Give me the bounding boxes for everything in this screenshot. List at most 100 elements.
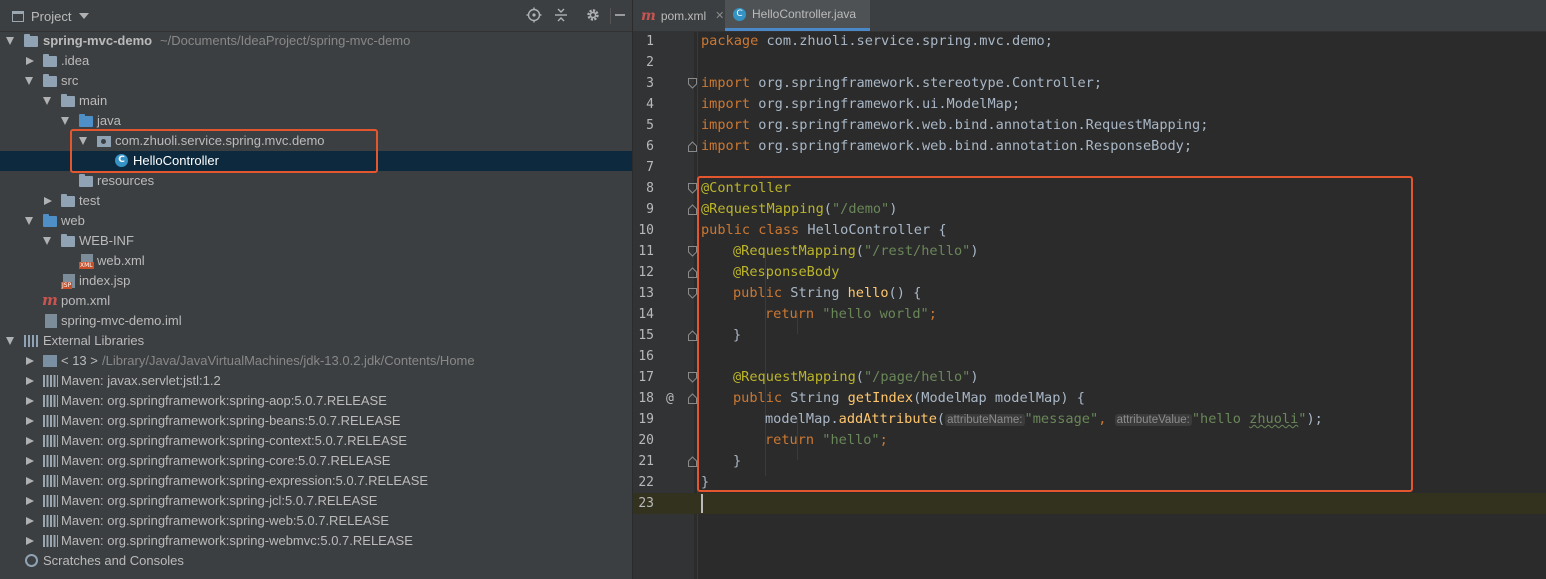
tree-item-label: Maven: org.springframework:spring-jcl:5.… xyxy=(61,493,378,508)
collapse-arrow-icon[interactable] xyxy=(26,356,34,365)
fold-marker-icon[interactable] xyxy=(688,204,697,215)
collapse-arrow-icon[interactable] xyxy=(26,416,34,425)
collapse-arrow-icon[interactable] xyxy=(26,516,34,525)
tree-item-main[interactable]: main xyxy=(0,91,632,111)
fold-marker-icon[interactable] xyxy=(688,288,697,299)
close-icon[interactable]: ✕ xyxy=(715,9,724,22)
tree-item-label: web xyxy=(61,213,85,228)
class-icon: C xyxy=(733,7,746,21)
expand-arrow-icon[interactable] xyxy=(25,77,33,85)
project-view-selector[interactable]: Project xyxy=(12,7,90,25)
tree-item-maven-lib[interactable]: Maven: org.springframework:spring-beans:… xyxy=(0,411,632,431)
maven-library-icon xyxy=(43,395,58,407)
tree-item-web-xml[interactable]: web.xml xyxy=(0,251,632,271)
tree-item-label: Maven: javax.servlet:jstl:1.2 xyxy=(61,373,221,388)
fold-marker-icon[interactable] xyxy=(688,183,697,194)
tab-label: HelloController.java xyxy=(752,7,857,21)
collapse-arrow-icon[interactable] xyxy=(26,496,34,505)
tree-item-maven-lib[interactable]: Maven: javax.servlet:jstl:1.2 xyxy=(0,371,632,391)
project-tree: spring-mvc-demo ~/Documents/IdeaProject/… xyxy=(0,31,632,571)
tree-item-web[interactable]: web xyxy=(0,211,632,231)
maven-icon: m xyxy=(641,7,656,24)
code-line-23 xyxy=(694,493,1546,514)
tree-item-iml[interactable]: spring-mvc-demo.iml xyxy=(0,311,632,331)
implementing-method-marker[interactable]: @ xyxy=(666,388,674,409)
tree-item-java[interactable]: java xyxy=(0,111,632,131)
locate-file-icon[interactable] xyxy=(526,7,542,23)
fold-marker-icon[interactable] xyxy=(688,456,697,467)
code-line-6: import org.springframework.web.bind.anno… xyxy=(701,138,1193,154)
fold-marker-icon[interactable] xyxy=(688,246,697,257)
expand-arrow-icon[interactable] xyxy=(6,37,14,45)
scratches-icon xyxy=(25,554,38,567)
chevron-down-icon xyxy=(79,13,90,19)
folder-icon xyxy=(43,74,57,87)
tree-item-maven-lib[interactable]: Maven: org.springframework:spring-web:5.… xyxy=(0,511,632,531)
module-folder-icon xyxy=(24,34,38,47)
code-area[interactable]: package com.zhuoli.service.spring.mvc.de… xyxy=(694,31,1546,579)
tree-item-idea[interactable]: .idea xyxy=(0,51,632,71)
tree-item-resources[interactable]: resources xyxy=(0,171,632,191)
tree-item-scratches[interactable]: Scratches and Consoles xyxy=(0,551,632,571)
fold-marker-icon[interactable] xyxy=(688,330,697,341)
expand-arrow-icon[interactable] xyxy=(43,237,51,245)
gear-icon[interactable] xyxy=(585,7,601,23)
tree-item-maven-lib[interactable]: Maven: org.springframework:spring-aop:5.… xyxy=(0,391,632,411)
collapse-all-icon[interactable] xyxy=(553,7,569,23)
tree-item-web-inf[interactable]: WEB-INF xyxy=(0,231,632,251)
expand-arrow-icon[interactable] xyxy=(61,117,69,125)
tree-item-label: Maven: org.springframework:spring-expres… xyxy=(61,473,429,488)
expand-arrow-icon[interactable] xyxy=(25,217,33,225)
tree-item-external-libraries[interactable]: External Libraries xyxy=(0,331,632,351)
collapse-arrow-icon[interactable] xyxy=(26,536,34,545)
maven-library-icon xyxy=(43,375,58,387)
code-line-3: import org.springframework.stereotype.Co… xyxy=(701,75,1103,91)
tree-item-maven-lib[interactable]: Maven: org.springframework:spring-contex… xyxy=(0,431,632,451)
code-line-4: import org.springframework.ui.ModelMap; xyxy=(701,96,1021,112)
tree-item-label: WEB-INF xyxy=(79,233,134,248)
tab-pom-xml[interactable]: m pom.xml ✕ xyxy=(641,0,725,31)
editor: m pom.xml ✕ C HelloController.java packa… xyxy=(633,0,1546,579)
header-divider xyxy=(610,8,611,24)
tree-item-src[interactable]: src xyxy=(0,71,632,91)
collapse-arrow-icon[interactable] xyxy=(26,376,34,385)
line-number: 9 xyxy=(646,202,654,217)
tree-highlight-box xyxy=(70,129,378,173)
tree-item-maven-lib[interactable]: Maven: org.springframework:spring-jcl:5.… xyxy=(0,491,632,511)
line-number: 12 xyxy=(638,265,654,280)
project-tool-window: Project spring-mvc-demo ~/Documents/Idea… xyxy=(0,0,633,579)
tree-item-spring-mvc-demo[interactable]: spring-mvc-demo ~/Documents/IdeaProject/… xyxy=(0,31,632,51)
code-line-5: import org.springframework.web.bind.anno… xyxy=(701,117,1209,133)
expand-arrow-icon[interactable] xyxy=(43,97,51,105)
line-number: 10 xyxy=(638,223,654,238)
fold-marker-icon[interactable] xyxy=(688,267,697,278)
tree-item-jdk[interactable]: < 13 > /Library/Java/JavaVirtualMachines… xyxy=(0,351,632,371)
code-highlight-box xyxy=(697,176,1413,492)
collapse-arrow-icon[interactable] xyxy=(26,396,34,405)
tree-item-maven-lib[interactable]: Maven: org.springframework:spring-core:5… xyxy=(0,451,632,471)
text-caret xyxy=(701,494,703,513)
fold-marker-icon[interactable] xyxy=(688,78,697,89)
collapse-arrow-icon[interactable] xyxy=(26,436,34,445)
tree-item-maven-lib[interactable]: Maven: org.springframework:spring-webmvc… xyxy=(0,531,632,551)
tree-item-pom-xml[interactable]: m pom.xml xyxy=(0,291,632,311)
fold-marker-icon[interactable] xyxy=(688,141,697,152)
collapse-arrow-icon[interactable] xyxy=(26,456,34,465)
collapse-arrow-icon[interactable] xyxy=(26,56,34,65)
tree-item-index-jsp[interactable]: index.jsp xyxy=(0,271,632,291)
collapse-arrow-icon[interactable] xyxy=(26,476,34,485)
tab-hellocontroller-java[interactable]: C HelloController.java xyxy=(725,0,870,31)
collapse-arrow-icon[interactable] xyxy=(44,196,52,205)
web-folder-icon xyxy=(43,214,57,227)
folder-icon xyxy=(61,94,75,107)
fold-marker-icon[interactable] xyxy=(688,393,697,404)
tree-item-path: ~/Documents/IdeaProject/spring-mvc-demo xyxy=(160,33,411,48)
tree-item-test[interactable]: test xyxy=(0,191,632,211)
hide-icon[interactable] xyxy=(613,7,627,23)
tree-item-label: spring-mvc-demo xyxy=(43,33,153,48)
tree-item-maven-lib[interactable]: Maven: org.springframework:spring-expres… xyxy=(0,471,632,491)
expand-arrow-icon[interactable] xyxy=(6,337,14,345)
jdk-icon xyxy=(43,355,57,367)
fold-marker-icon[interactable] xyxy=(688,372,697,383)
